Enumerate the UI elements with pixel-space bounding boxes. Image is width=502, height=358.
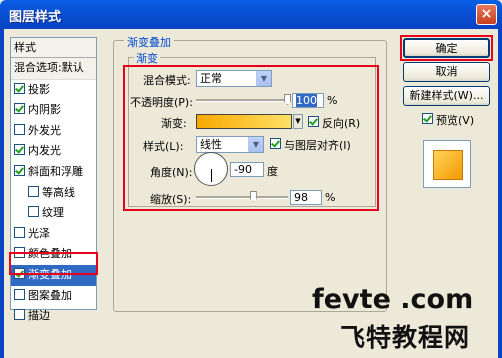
style-item-label: 投影 <box>28 82 50 96</box>
close-button[interactable]: × <box>476 4 497 25</box>
style-item-contour[interactable]: 等高线 <box>11 183 96 204</box>
highlight-selected-style <box>9 252 98 275</box>
texture-checkbox[interactable] <box>28 206 39 218</box>
watermark-site-name: 飞特教程网 <box>340 323 471 352</box>
style-item-blending-options[interactable]: 混合选项:默认 <box>11 58 96 80</box>
style-item-label: 外发光 <box>28 123 61 137</box>
style-item-label: 光泽 <box>28 226 50 240</box>
style-item-pattern-overlay[interactable]: 图案叠加 <box>11 286 96 307</box>
style-item-label: 纹理 <box>42 206 64 220</box>
highlight-ok-button <box>400 35 493 61</box>
style-item-satin[interactable]: 光泽 <box>11 224 96 245</box>
close-icon: × <box>480 6 493 22</box>
inner-shadow-checkbox[interactable] <box>14 103 25 115</box>
style-item-bevel-emboss[interactable]: 斜面和浮雕 <box>11 162 96 183</box>
preview-square <box>433 150 463 180</box>
contour-checkbox[interactable] <box>28 185 39 197</box>
preview-label: 预览(V) <box>436 114 475 127</box>
style-item-outer-glow[interactable]: 外发光 <box>11 121 96 142</box>
cancel-button[interactable]: 取消 <box>403 62 490 82</box>
watermark-site: fevte .com <box>312 284 474 315</box>
inner-group-title: 渐变 <box>134 50 160 66</box>
styles-list-header: 样式 <box>11 38 96 58</box>
outer-glow-checkbox[interactable] <box>14 123 25 135</box>
style-item-drop-shadow[interactable]: 投影 <box>11 80 96 101</box>
style-item-inner-glow[interactable]: 内发光 <box>11 141 96 162</box>
satin-checkbox[interactable] <box>14 226 25 238</box>
style-item-inner-shadow[interactable]: 内阴影 <box>11 100 96 121</box>
style-item-label: 图案叠加 <box>28 288 72 302</box>
style-item-label: 等高线 <box>42 185 75 199</box>
drop-shadow-checkbox[interactable] <box>14 82 25 94</box>
style-item-label: 混合选项:默认 <box>14 61 84 74</box>
window-title: 图层样式 <box>9 10 62 25</box>
inner-glow-checkbox[interactable] <box>14 144 25 156</box>
group-title: 渐变叠加 <box>124 34 174 50</box>
style-item-texture[interactable]: 纹理 <box>11 203 96 224</box>
pattern-overlay-checkbox[interactable] <box>14 288 25 300</box>
new-style-button[interactable]: 新建样式(W)... <box>403 86 490 106</box>
bevel-emboss-checkbox[interactable] <box>14 164 25 176</box>
highlight-gradient-settings <box>123 65 379 211</box>
preview-checkbox[interactable] <box>422 113 433 124</box>
cancel-button-label: 取消 <box>435 65 458 78</box>
style-preview <box>423 140 471 188</box>
window-border-right <box>498 29 502 358</box>
style-item-label: 内阴影 <box>28 103 61 117</box>
window-border-left <box>0 29 4 358</box>
style-item-label: 内发光 <box>28 144 61 158</box>
style-item-stroke[interactable]: 描边 <box>11 306 96 327</box>
new-style-button-label: 新建样式(W)... <box>409 89 484 102</box>
title-bar: 图层样式 × <box>0 0 502 29</box>
style-item-label: 描边 <box>28 309 50 323</box>
stroke-checkbox[interactable] <box>14 309 25 321</box>
style-item-label: 斜面和浮雕 <box>28 164 83 178</box>
